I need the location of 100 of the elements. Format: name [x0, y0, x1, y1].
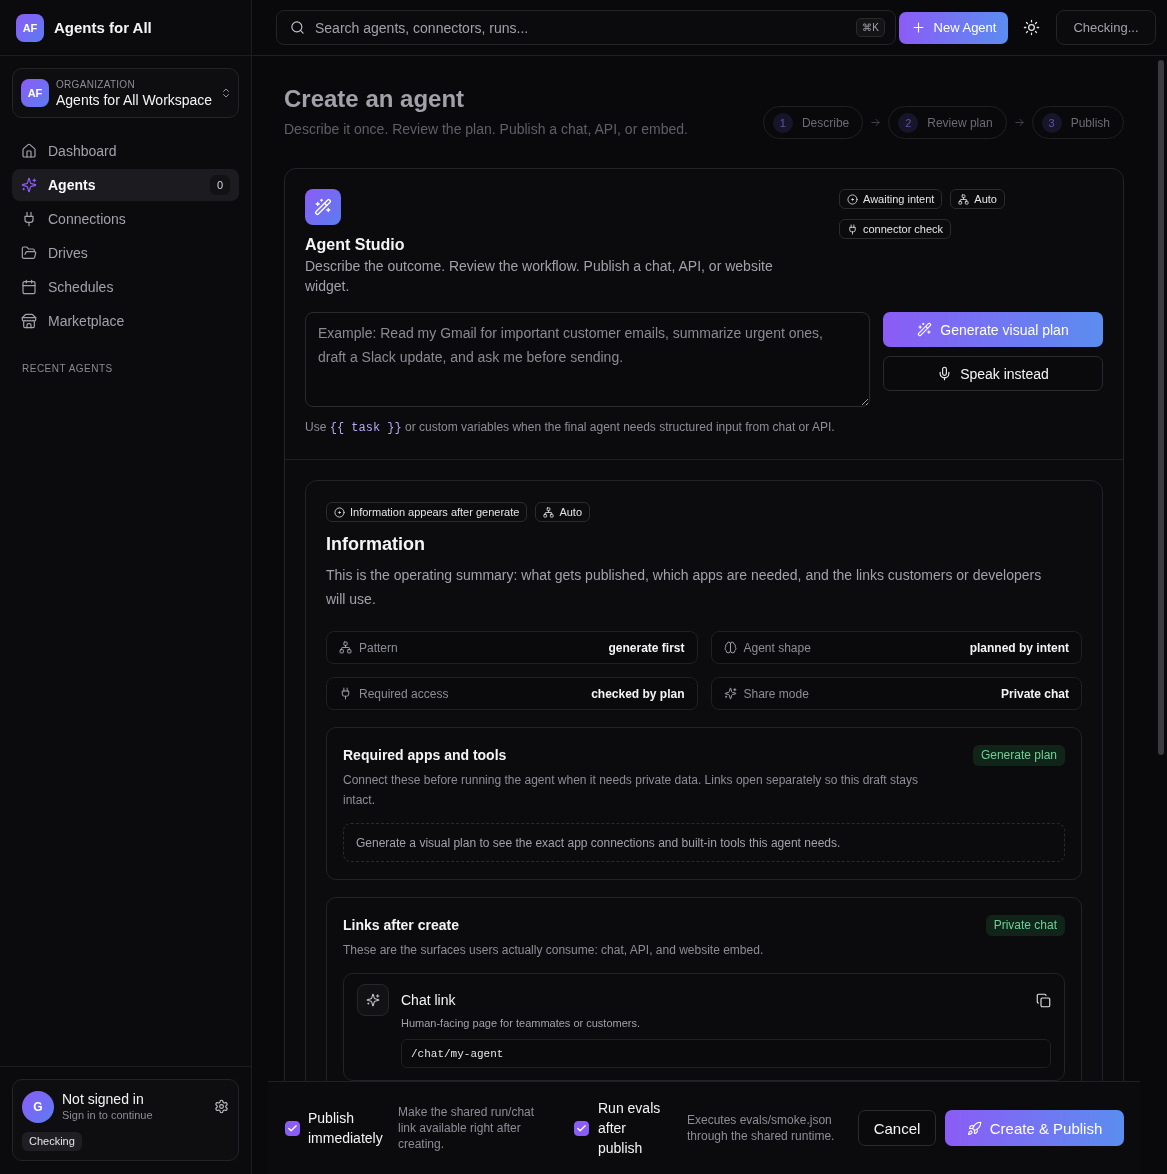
org-switcher[interactable]: AF ORGANIZATION Agents for All Workspace — [12, 68, 239, 118]
chip-label: connector check — [863, 223, 944, 235]
check-icon — [576, 1122, 587, 1134]
summary-label: Pattern — [359, 640, 398, 655]
plug-icon — [21, 211, 37, 227]
sparkles-icon — [723, 687, 737, 700]
section-title: Information — [326, 533, 426, 556]
step-number: 3 — [1041, 112, 1062, 133]
option-description: Executes evals/smoke.json through the shared runtime. — [687, 1112, 836, 1144]
arrow-right-icon — [1013, 117, 1025, 128]
nav-item[interactable]: Schedules — [12, 271, 239, 303]
option-label: Run evals after publish — [598, 1099, 662, 1158]
scrollbar-thumb[interactable] — [1158, 60, 1164, 755]
hierarchy-icon — [543, 506, 555, 518]
shortcut-hint: ⌘K — [856, 18, 885, 37]
search-input[interactable]: Search agents, connectors, runs... — [315, 19, 847, 36]
card-description: These are the surfaces users actually consume: chat, API, and website embed. — [343, 942, 765, 959]
section-title: Agent Studio — [305, 235, 406, 255]
org-label: ORGANIZATION — [56, 77, 136, 91]
step-label: Review plan — [927, 115, 993, 130]
link-title: Chat link — [401, 992, 456, 1008]
hierarchy-icon — [958, 193, 970, 205]
nav-item[interactable]: Connections — [12, 203, 239, 235]
summary-value: checked by plan — [591, 686, 685, 701]
nav-item[interactable]: Drives — [12, 237, 239, 269]
search-icon — [290, 20, 305, 35]
brand-logo: AF — [16, 13, 44, 42]
summary-value: Private chat — [1000, 686, 1069, 701]
summary-label: Agent shape — [743, 640, 811, 655]
brand-name: Agents for All — [54, 19, 152, 36]
sparkles-icon — [21, 177, 37, 193]
check-icon — [287, 1122, 298, 1134]
folder-icon — [21, 245, 37, 261]
option-description: Make the shared run/chat link available right after creating. — [398, 1104, 536, 1152]
sparkles-icon — [357, 984, 389, 1016]
circle-dot-icon — [847, 193, 858, 205]
checkbox[interactable] — [574, 1120, 589, 1136]
brain-icon — [723, 641, 737, 654]
section-description: Describe the outcome. Review the workflow. Publish a chat, API, or website widget. — [305, 257, 774, 296]
checkbox[interactable] — [285, 1120, 300, 1136]
user-avatar: G — [22, 1090, 54, 1123]
microphone-icon — [937, 366, 953, 381]
summary-value: planned by intent — [969, 640, 1069, 655]
new-agent-button[interactable]: New Agent — [899, 11, 1008, 44]
generate-plan-button[interactable]: Generate visual plan — [883, 312, 1103, 347]
status-badge: Generate plan — [972, 745, 1065, 766]
input-hint: Use {{ task }} or custom variables when the final agent needs structured input from chat or API. — [305, 419, 836, 436]
step-number: 2 — [898, 112, 919, 133]
page-title: Create an agent — [284, 84, 466, 114]
magic-wand-icon — [917, 322, 933, 337]
chip-label: Auto — [974, 193, 997, 205]
sun-icon[interactable] — [1023, 19, 1040, 36]
summary-label: Share mode — [743, 686, 809, 701]
org-avatar: AF — [21, 79, 49, 107]
settings-icon[interactable] — [214, 1099, 229, 1114]
plus-icon — [910, 20, 926, 35]
circle-dot-icon — [334, 506, 345, 518]
nav-item[interactable]: Dashboard — [12, 135, 239, 167]
rocket-icon — [966, 1120, 982, 1136]
url-field[interactable]: /chat/my-agent — [401, 1039, 1051, 1068]
cancel-button[interactable]: Cancel — [858, 1110, 936, 1146]
org-name: Agents for All Workspace — [56, 90, 213, 109]
prompt-field[interactable]: Example: Read my Gmail for important customer emails, summarize urgent ones, draft a Slack update, and ask me before sending. — [305, 312, 870, 407]
speak-button[interactable]: Speak instead — [883, 356, 1103, 391]
store-icon — [21, 313, 37, 329]
chip-label: Awaiting intent — [863, 193, 935, 205]
link-description: Human-facing page for teammates or customers. — [401, 1016, 642, 1031]
user-name: Not signed in — [62, 1090, 145, 1108]
home-icon — [21, 143, 37, 159]
step-number: 1 — [772, 112, 793, 133]
calendar-icon — [21, 279, 37, 295]
empty-state-note: Generate a visual plan to see the exact app connections and built-in tools this agent needs. — [343, 823, 1065, 862]
card-description: Connect these before running the agent when it needs private data. Links open separately so this draft stays intact. — [343, 772, 920, 809]
step-label: Publish — [1070, 115, 1110, 130]
status-button[interactable]: Checking... — [1056, 10, 1156, 45]
status-chip: Checking — [22, 1132, 82, 1151]
search-field[interactable]: Search agents, connectors, runs... ⌘K — [276, 10, 896, 45]
chevrons-up-down-icon — [220, 87, 232, 99]
user-hint: Sign in to continue — [62, 1108, 153, 1123]
status-badge: Private chat — [985, 915, 1065, 936]
chip-label: Auto — [559, 506, 583, 518]
copy-icon[interactable] — [1036, 992, 1051, 1008]
option-label: Publish immediately — [308, 1109, 384, 1148]
summary-label: Required access — [359, 686, 449, 701]
nav-item[interactable]: Marketplace — [12, 305, 239, 337]
magic-wand-icon — [305, 189, 341, 225]
nav-item[interactable]: Agents 0 — [12, 169, 239, 201]
plug-icon — [339, 687, 352, 700]
section-description: This is the operating summary: what gets published, which apps are needed, and the links customers or developers will use. — [326, 566, 1043, 609]
hierarchy-icon — [339, 641, 352, 654]
chip-label: Information appears after generate — [350, 506, 520, 518]
count-badge: 0 — [210, 175, 230, 195]
card-title: Links after create — [343, 916, 459, 935]
card-title: Required apps and tools — [343, 746, 507, 765]
summary-value: generate first — [608, 640, 685, 655]
create-publish-button[interactable]: Create & Publish — [945, 1110, 1124, 1146]
section-heading: RECENT AGENTS — [22, 362, 114, 375]
plug-icon — [847, 223, 858, 235]
step-label: Describe — [801, 115, 850, 130]
page-subtitle: Describe it once. Review the plan. Publish a chat, API, or embed. — [284, 120, 688, 139]
